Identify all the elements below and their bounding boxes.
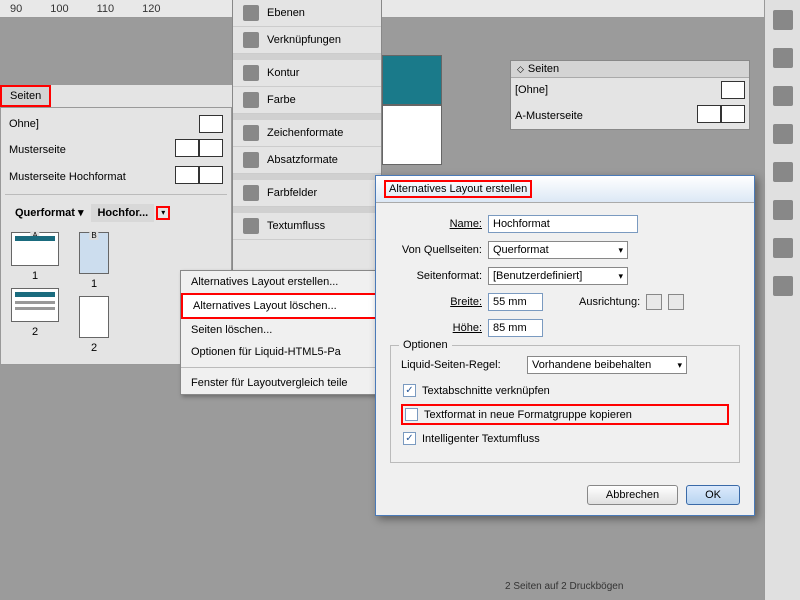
width-label: Breite:	[390, 296, 482, 308]
panel-parastyles[interactable]: Absatzformate	[233, 147, 381, 174]
page-thumb[interactable]	[79, 296, 109, 338]
swatches-icon	[243, 185, 259, 201]
checkbox-icon: ✓	[403, 384, 416, 397]
fmt-label: Seitenformat:	[390, 270, 482, 282]
source-select[interactable]: Querformat	[488, 241, 628, 259]
page-thumb[interactable]: A	[11, 232, 59, 266]
layout-tab-hoch[interactable]: Hochfor...	[91, 204, 154, 222]
checkbox-icon	[405, 408, 418, 421]
tool-icon[interactable]	[773, 10, 793, 30]
document-page-preview	[382, 105, 442, 165]
panel-charstyles[interactable]: Zeichenformate	[233, 120, 381, 147]
para-icon	[243, 152, 259, 168]
tool-icon[interactable]	[773, 276, 793, 296]
panel-swatches[interactable]: Farbfelder	[233, 180, 381, 207]
ctx-delete-pages[interactable]: Seiten löschen...	[181, 319, 377, 341]
char-icon	[243, 125, 259, 141]
layout-dropdown-icon[interactable]: ▾	[156, 206, 170, 220]
liquid-label: Liquid-Seiten-Regel:	[401, 359, 521, 371]
tool-icon[interactable]	[773, 124, 793, 144]
width-input[interactable]	[488, 293, 543, 311]
master-page-hoch[interactable]: Musterseite Hochformat	[5, 163, 227, 190]
chk-smart-reflow[interactable]: ✓Intelligenter Textumfluss	[401, 430, 729, 447]
right-toolstrip	[764, 0, 800, 600]
tool-icon[interactable]	[773, 238, 793, 258]
chk-copy-styles[interactable]: Textformat in neue Formatgruppe kopieren	[401, 404, 729, 425]
tool-icon[interactable]	[773, 200, 793, 220]
tool-icon[interactable]	[773, 48, 793, 68]
pageformat-select[interactable]: [Benutzerdefiniert]	[488, 267, 628, 285]
textwrap-icon	[243, 218, 259, 234]
panel-textwrap[interactable]: Textumfluss	[233, 213, 381, 240]
ctx-liquid-options[interactable]: Optionen für Liquid-HTML5-Pa	[181, 341, 377, 363]
panel-dock: Ebenen Verknüpfungen Kontur Farbe Zeiche…	[232, 0, 382, 270]
orientation-portrait-icon[interactable]	[646, 294, 662, 310]
master-none[interactable]: [Ohne]	[511, 78, 749, 102]
links-icon	[243, 32, 259, 48]
checkbox-icon: ✓	[403, 432, 416, 445]
panel-ebenen[interactable]: Ebenen	[233, 0, 381, 27]
ctx-delete-alt[interactable]: Alternatives Layout löschen...	[181, 293, 377, 319]
options-group: Optionen Liquid-Seiten-Regel:Vorhandene …	[390, 345, 740, 463]
orient-label: Ausrichtung:	[579, 296, 640, 308]
pages-tab[interactable]: Seiten	[0, 85, 51, 107]
liquid-rule-select[interactable]: Vorhandene beibehalten	[527, 356, 687, 374]
alt-layout-dialog: Alternatives Layout erstellen Name: Von …	[375, 175, 755, 516]
tool-icon[interactable]	[773, 162, 793, 182]
status-bar: 2 Seiten auf 2 Druckbögen	[505, 581, 623, 592]
panel-color[interactable]: Farbe	[233, 87, 381, 114]
ctx-compare-window[interactable]: Fenster für Layoutvergleich teile	[181, 372, 377, 394]
panel-stroke[interactable]: Kontur	[233, 60, 381, 87]
cancel-button[interactable]: Abbrechen	[587, 485, 678, 505]
name-label: Name:	[390, 218, 482, 230]
dialog-title: Alternatives Layout erstellen	[384, 180, 532, 198]
color-icon	[243, 92, 259, 108]
height-label: Höhe:	[390, 322, 482, 334]
page-thumb[interactable]	[11, 288, 59, 322]
layout-tab-quer[interactable]: Querformat ▾	[9, 203, 89, 222]
chk-link-text[interactable]: ✓Textabschnitte verknüpfen	[401, 382, 729, 399]
document-page-preview	[382, 55, 442, 105]
height-input[interactable]	[488, 319, 543, 337]
page-thumb[interactable]: B	[79, 232, 109, 274]
layers-icon	[243, 5, 259, 21]
horizontal-ruler: 90100110120	[0, 0, 800, 18]
master-a[interactable]: A-Musterseite	[511, 102, 749, 129]
context-menu: Alternatives Layout erstellen... Alterna…	[180, 270, 378, 395]
ctx-create-alt[interactable]: Alternatives Layout erstellen...	[181, 271, 377, 293]
stroke-icon	[243, 65, 259, 81]
name-input[interactable]	[488, 215, 638, 233]
pages-tab[interactable]: Seiten	[528, 63, 559, 75]
src-label: Von Quellseiten:	[390, 244, 482, 256]
tool-icon[interactable]	[773, 86, 793, 106]
master-none[interactable]: Ohne]	[5, 112, 227, 136]
pages-panel-right: ◇Seiten [Ohne] A-Musterseite	[510, 60, 750, 130]
master-page[interactable]: Musterseite	[5, 136, 227, 163]
panel-links[interactable]: Verknüpfungen	[233, 27, 381, 54]
ok-button[interactable]: OK	[686, 485, 740, 505]
orientation-landscape-icon[interactable]	[668, 294, 684, 310]
